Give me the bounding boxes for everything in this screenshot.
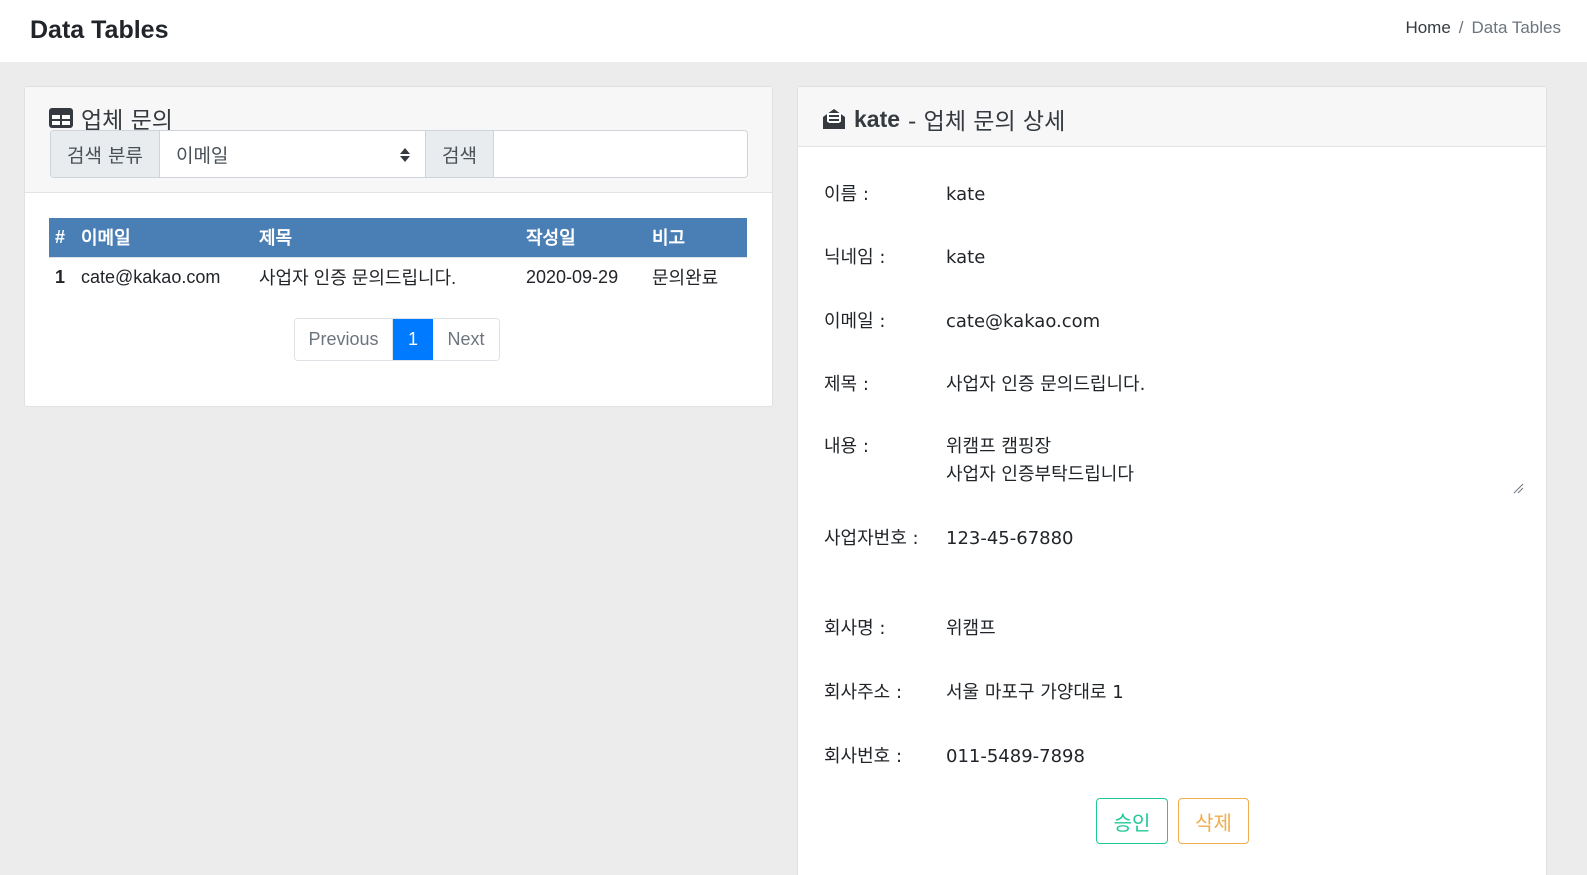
- row-date: 2020-09-29: [520, 256, 646, 297]
- column-header-subject[interactable]: 제목: [253, 218, 520, 257]
- field-company-phone-label: 회사번호 :: [824, 746, 903, 767]
- select-arrows-icon: [399, 148, 410, 162]
- field-content-value[interactable]: 위캠프 캠핑장 사업자 인증부탁드립니다: [946, 433, 1134, 489]
- detail-title-suffix: - 업체 문의 상세: [908, 109, 1066, 135]
- field-content: 내용 : 위캠프 캠핑장 사업자 인증부탁드립니다: [824, 433, 1524, 495]
- detail-title-name: kate: [854, 105, 901, 132]
- field-company-address-value: 서울 마포구 가양대로 1: [946, 682, 1124, 703]
- row-subject: 사업자 인증 문의드립니다.: [253, 256, 520, 297]
- inquiry-detail-title: kate - 업체 문의 상세: [822, 102, 1065, 136]
- field-nickname-value: kate: [946, 247, 986, 268]
- field-company-phone-value: 011-5489-7898: [946, 746, 1085, 767]
- search-input[interactable]: [493, 131, 747, 177]
- field-business-number: 사업자번호 : 123-45-67880: [824, 525, 1524, 583]
- inquiry-table: # 이메일 제목 작성일 비고 1 cate@kakao.com 사업자 인증 …: [49, 218, 747, 297]
- field-email-label: 이메일 :: [824, 311, 886, 332]
- breadcrumb-separator: /: [1458, 18, 1464, 37]
- breadcrumb-home-link[interactable]: Home: [1405, 18, 1450, 37]
- column-header-date[interactable]: 작성일: [520, 218, 646, 257]
- inquiry-list-card-header: 업체 문의 검색 분류 이메일 검색: [25, 87, 772, 193]
- search-group: 검색 분류 이메일 검색: [50, 130, 748, 178]
- breadcrumb-current: Data Tables: [1471, 18, 1561, 37]
- search-category-label: 검색 분류: [51, 131, 160, 177]
- field-company-name-label: 회사명 :: [824, 618, 886, 639]
- field-content-label: 내용 :: [824, 436, 869, 457]
- field-subject-label: 제목 :: [824, 374, 869, 395]
- envelope-open-text-icon: [823, 109, 845, 129]
- field-company-address-label: 회사주소 :: [824, 682, 903, 703]
- field-nickname-label: 닉네임 :: [824, 247, 886, 268]
- field-email-value: cate@kakao.com: [946, 311, 1101, 332]
- row-number: 1: [49, 256, 75, 297]
- detail-action-buttons: 승인 삭제: [1096, 798, 1249, 844]
- table-header-row: # 이메일 제목 작성일 비고: [49, 218, 747, 257]
- field-business-number-value: 123-45-67880: [946, 528, 1074, 549]
- top-bar: Data Tables Home / Data Tables: [0, 0, 1587, 62]
- column-header-number[interactable]: #: [49, 218, 75, 257]
- column-header-email[interactable]: 이메일: [75, 218, 253, 257]
- field-subject-value: 사업자 인증 문의드립니다.: [946, 374, 1146, 395]
- field-name-value: kate: [946, 184, 986, 205]
- search-label: 검색: [425, 131, 494, 177]
- delete-button[interactable]: 삭제: [1178, 798, 1249, 844]
- field-business-number-label: 사업자번호 :: [824, 528, 919, 549]
- breadcrumb: Home / Data Tables: [1405, 18, 1561, 38]
- field-name-label: 이름 :: [824, 184, 869, 205]
- pagination: Previous 1 Next: [294, 318, 500, 361]
- row-note: 문의완료: [646, 256, 747, 297]
- pagination-previous-button[interactable]: Previous: [295, 319, 393, 360]
- inquiry-detail-card: kate - 업체 문의 상세 이름 : kate 닉네임 : kate 이메일…: [797, 86, 1547, 875]
- row-email: cate@kakao.com: [75, 256, 253, 297]
- search-category-value: 이메일: [175, 144, 229, 167]
- search-category-select[interactable]: 이메일: [160, 131, 426, 177]
- inquiry-detail-card-header: kate - 업체 문의 상세: [798, 87, 1546, 147]
- table-row[interactable]: 1 cate@kakao.com 사업자 인증 문의드립니다. 2020-09-…: [49, 256, 747, 297]
- table-icon: [49, 108, 73, 128]
- page-title: Data Tables: [30, 16, 169, 44]
- pagination-next-button[interactable]: Next: [433, 319, 499, 360]
- textarea-resize-handle-icon[interactable]: [1512, 482, 1524, 494]
- field-company-name-value: 위캠프: [946, 618, 996, 639]
- column-header-note[interactable]: 비고: [646, 218, 747, 257]
- pagination-page-button[interactable]: 1: [393, 319, 433, 360]
- approve-button[interactable]: 승인: [1096, 798, 1168, 844]
